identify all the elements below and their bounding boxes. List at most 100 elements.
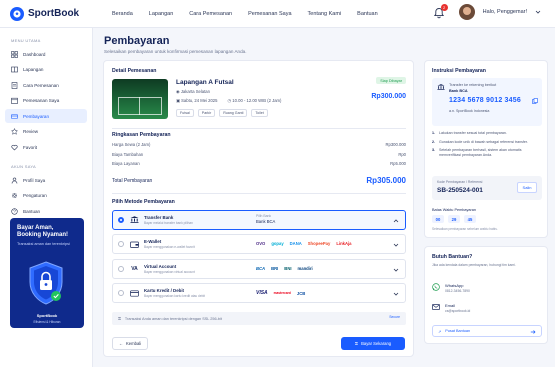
copy-button[interactable]: Salin (517, 182, 537, 193)
methods-title: Pilih Metode Pembayaran (112, 199, 175, 205)
back-button[interactable]: ← Kembali (112, 337, 148, 350)
bank-select[interactable]: Pilih Bank Bank BCA (256, 214, 275, 224)
nav-beranda[interactable]: Beranda (112, 11, 133, 17)
instruction-steps: 1. Lakukan transfer sesuai total pembayar… (432, 131, 542, 161)
sidebar-item-bantuan[interactable]: Bantuan (5, 204, 87, 218)
nav-tentang-kami[interactable]: Tentang Kami (308, 11, 342, 17)
greeting-text[interactable]: Halo, Penggemar! (483, 9, 527, 15)
reference-label: Kode Pembayaran / Referensi (437, 180, 483, 184)
heart-icon (11, 144, 18, 151)
method-name: Kartu Kredit / Debit (144, 288, 185, 293)
method-desc: Bayar menggunakan virtual account (144, 269, 195, 274)
pay-button-label: Bayar Sekarang (361, 341, 392, 346)
nav-bantuan[interactable]: Bantuan (357, 11, 378, 17)
method-name: E-Wallet (144, 239, 162, 244)
whatsapp-contact[interactable]: WhatsApp 0812-3456-7890 (432, 283, 470, 293)
avatar[interactable] (458, 4, 475, 20)
nav-cara-pemesanan[interactable]: Cara Pemesanan (189, 11, 232, 17)
venue-datetime: ▣ Sabtu, 24 Mei 2025 ◷ 10.00 - 12.00 WIB… (176, 98, 281, 103)
mandiri-logo: mandiri (297, 265, 313, 271)
help-title: Butuh Bantuan? (432, 254, 473, 260)
sidebar-item-dashboard[interactable]: Dashboard (5, 47, 87, 61)
nav-pemesanan-saya[interactable]: Pemesanan Saya (248, 11, 291, 17)
venue-facilities: Futsal Parkir Ruang Ganti Toilet (176, 109, 268, 117)
transfer-label: Transfer ke rekening berikut (449, 83, 497, 87)
shopeepay-logo: ShopeePay (307, 241, 331, 246)
method-text: Virtual Account Bayar menggunakan virtua… (144, 264, 244, 274)
help-center-button[interactable]: ↗ Pusat Bantuan (432, 325, 542, 337)
chevron-down-icon[interactable] (393, 291, 399, 297)
instructions-title: Instruksi Pembayaran (432, 68, 486, 74)
method-radio[interactable] (118, 265, 124, 272)
summary-value: Rp5.000 (390, 161, 406, 167)
reference-box: Kode Pembayaran / Referensi SB-250524-00… (432, 176, 542, 200)
email-contact[interactable]: Email cs@sportbook.id (432, 303, 470, 313)
gear-icon (11, 192, 18, 199)
email-address: cs@sportbook.id (445, 309, 471, 313)
sidebar-item-label: Review (23, 129, 39, 134)
sidebar-item-cara-pemesanan[interactable]: Cara Pemesanan (5, 78, 87, 92)
method-name: Virtual Account (144, 263, 177, 269)
help-icon (11, 207, 18, 215)
countdown-timer: 00 29 45 (432, 215, 476, 223)
ovo-logo: OVO (256, 241, 266, 246)
method-virtual-account[interactable]: VA Virtual Account Bayar menggunakan vir… (112, 258, 406, 279)
summary-row: Harga Sewa (2 Jam) Rp300.000 (112, 142, 406, 147)
wallet-icon (130, 241, 139, 248)
promo-card: Bayar Aman, Booking Nyaman! Transaksi am… (10, 218, 84, 328)
chevron-down-icon[interactable] (393, 267, 399, 273)
ewallet-logos: OVO gopay DANA ShopeePay LinkAja (256, 241, 351, 246)
brand-logo[interactable]: SportBook (10, 6, 92, 21)
copy-icon[interactable] (532, 98, 538, 104)
chevron-down-icon[interactable] (393, 242, 399, 248)
method-text: Kartu Kredit / Debit Bayar menggunakan k… (144, 288, 244, 298)
method-name: Transfer Bank (144, 214, 174, 220)
sidebar-item-pemesanan-saya[interactable]: Pemesanan Saya (5, 94, 87, 108)
timer-seconds: 45 (464, 215, 476, 223)
sidebar-item-favorit[interactable]: Favorit (5, 140, 87, 154)
bell-icon[interactable]: 2 (433, 4, 448, 19)
summary-row: Biaya Layanan Rp5.000 (112, 161, 406, 166)
sidebar-item-pembayaran[interactable]: Pembayaran (5, 109, 87, 123)
method-radio[interactable] (118, 241, 124, 247)
step-text: Setelah pembayaran berhasil, sistem akan… (439, 148, 522, 157)
soccer-ball-icon (10, 6, 24, 21)
step-number: 2. (432, 139, 435, 144)
shield-lock-icon (29, 261, 63, 305)
card-icon (11, 113, 18, 120)
bank-select-label: Pilih Bank (256, 213, 272, 218)
bank-icon (437, 84, 445, 90)
step-text: Lakukan transfer sesuai total pembayaran… (439, 131, 507, 135)
method-radio[interactable] (118, 290, 124, 296)
divider (112, 193, 406, 194)
chevron-up-icon[interactable] (393, 218, 399, 224)
clock-icon: ◷ (227, 98, 232, 103)
arrow-left-icon: ← (118, 341, 124, 346)
venue-name: Lapangan A Futsal (176, 79, 234, 86)
sidebar-item-pengaturan[interactable]: Pengaturan (5, 189, 87, 203)
booking-date: ▣ Sabtu, 24 Mei 2025 (176, 98, 217, 103)
top-bar: SportBook Beranda Lapangan Cara Pemesana… (0, 0, 555, 28)
sidebar-item-lapangan[interactable]: Lapangan (5, 63, 87, 77)
sidebar-section-account: AKUN SAYA (11, 164, 37, 169)
sidebar-item-label: Lapangan (23, 67, 44, 72)
calendar-icon (11, 97, 18, 104)
sidebar-item-review[interactable]: Review (5, 125, 87, 139)
lock-icon: ⚿ (118, 316, 121, 321)
pay-now-button[interactable]: ⚿ Bayar Sekarang (341, 337, 405, 350)
divider (112, 128, 406, 129)
total-value: Rp305.000 (366, 176, 406, 186)
method-credit-card[interactable]: Kartu Kredit / Debit Bayar menggunakan k… (112, 283, 406, 303)
nav-lapangan[interactable]: Lapangan (149, 11, 173, 17)
method-e-wallet[interactable]: E-Wallet Bayar menggunakan e-wallet favo… (112, 234, 406, 254)
sidebar-item-profil[interactable]: Profil Saya (5, 173, 87, 187)
whatsapp-icon (432, 283, 440, 291)
bank-select-value: Bank BCA (256, 218, 276, 224)
chevron-down-icon[interactable] (535, 9, 541, 15)
method-transfer-bank[interactable]: Transfer Bank Bayar melalui transfer ban… (112, 209, 406, 230)
calendar-icon: ▣ (176, 98, 180, 103)
help-card: Butuh Bantuan? Jika ada kendala dalam pe… (424, 246, 548, 344)
secure-note-text: Transaksi Anda aman dan terenkripsi deng… (124, 316, 222, 321)
method-radio[interactable] (118, 216, 124, 223)
reference-code: SB-250524-001 (437, 187, 483, 194)
